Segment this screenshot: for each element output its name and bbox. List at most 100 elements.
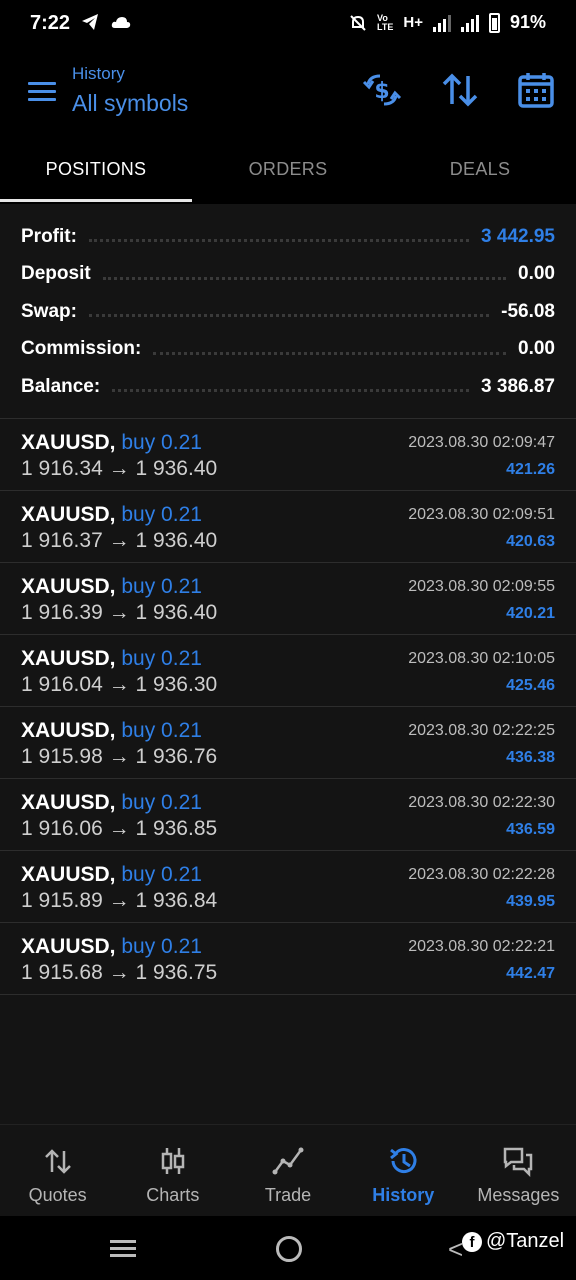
summary-row-swap: Swap: -56.08 (0, 293, 576, 331)
history-icon (390, 1148, 417, 1174)
nav-charts[interactable]: Charts (115, 1125, 230, 1217)
watermark: f @Tanzel (462, 1230, 564, 1253)
nav-trade[interactable]: Trade (230, 1125, 345, 1217)
messages-icon (504, 1147, 533, 1177)
candlestick-icon (161, 1148, 185, 1174)
position-side: buy 0.21 (121, 575, 202, 598)
home-button[interactable] (276, 1236, 302, 1262)
currency-exchange-icon[interactable]: $ (362, 70, 402, 110)
position-row[interactable]: XAUUSD, buy 0.21 1 915.89 → 1 936.84 202… (0, 851, 576, 923)
position-profit: 442.47 (506, 965, 555, 982)
tab-positions[interactable]: POSITIONS (0, 140, 192, 204)
nav-charts-label: Charts (146, 1185, 200, 1205)
symbol-selector[interactable]: All symbols (72, 90, 188, 117)
position-row[interactable]: XAUUSD, buy 0.21 1 916.06 → 1 936.85 202… (0, 779, 576, 851)
mute-icon (350, 14, 366, 31)
position-symbol: XAUUSD, (21, 719, 116, 742)
recent-apps-button[interactable] (110, 1240, 136, 1258)
status-bar: 7:22 Vo LTE H+ 91% (0, 0, 576, 48)
back-button[interactable]: < (448, 1234, 463, 1265)
nav-quotes[interactable]: Quotes (0, 1125, 115, 1217)
menu-icon[interactable] (28, 82, 56, 102)
facebook-icon: f (462, 1231, 482, 1252)
commission-label: Commission: (21, 338, 142, 360)
summary-row-deposit: Deposit 0.00 (0, 256, 576, 294)
profit-value: 3 442.95 (481, 225, 555, 247)
nav-history[interactable]: History (346, 1125, 461, 1217)
close-price: 1 936.30 (135, 673, 218, 696)
cloud-icon (111, 17, 131, 28)
open-price: 1 915.98 (21, 745, 103, 768)
volte-icon: Vo LTE (377, 12, 394, 32)
position-time: 2023.08.30 02:22:21 (408, 938, 555, 955)
close-price: 1 936.40 (135, 529, 218, 552)
position-symbol: XAUUSD, (21, 575, 116, 598)
position-time: 2023.08.30 02:10:05 (408, 650, 555, 667)
network-type: H+ (403, 14, 423, 31)
position-row[interactable]: XAUUSD, buy 0.21 1 916.04 → 1 936.30 202… (0, 635, 576, 707)
summary-row-balance: Balance: 3 386.87 (0, 368, 576, 406)
nav-messages-label: Messages (477, 1185, 560, 1205)
open-price: 1 916.37 (21, 529, 103, 552)
summary-row-commission: Commission: 0.00 (0, 331, 576, 369)
swap-value: -56.08 (501, 300, 555, 322)
nav-trade-label: Trade (264, 1185, 312, 1205)
position-profit: 420.21 (506, 605, 555, 622)
position-side: buy 0.21 (121, 791, 202, 814)
tab-deals[interactable]: DEALS (384, 140, 576, 204)
position-profit: 425.46 (506, 677, 555, 694)
close-price: 1 936.40 (135, 457, 218, 480)
open-price: 1 916.04 (21, 673, 103, 696)
position-side: buy 0.21 (121, 503, 202, 526)
position-row[interactable]: XAUUSD, buy 0.21 1 916.39 → 1 936.40 202… (0, 563, 576, 635)
nav-quotes-label: Quotes (28, 1185, 87, 1205)
bottom-navigation: Quotes Charts Trade History Messages (0, 1124, 576, 1217)
position-profit: 421.26 (506, 461, 555, 478)
position-row[interactable]: XAUUSD, buy 0.21 1 916.34 → 1 936.40 202… (0, 419, 576, 491)
position-symbol: XAUUSD, (21, 647, 116, 670)
close-price: 1 936.75 (135, 961, 218, 984)
notification-icons (80, 12, 132, 32)
dotted-leader (88, 314, 490, 318)
position-time: 2023.08.30 02:22:25 (408, 722, 555, 739)
telegram-icon (82, 14, 98, 30)
tab-orders[interactable]: ORDERS (192, 140, 384, 204)
nav-messages[interactable]: Messages (461, 1125, 576, 1217)
position-row[interactable]: XAUUSD, buy 0.21 1 915.68 → 1 936.75 202… (0, 923, 576, 995)
position-side: buy 0.21 (121, 431, 202, 454)
history-content[interactable]: Profit: 3 442.95 Deposit 0.00 Swap: -56.… (0, 204, 576, 1124)
position-side: buy 0.21 (121, 647, 202, 670)
profit-label: Profit: (21, 225, 77, 247)
position-time: 2023.08.30 02:22:30 (408, 794, 555, 811)
position-profit: 420.63 (506, 533, 555, 550)
close-price: 1 936.76 (135, 745, 218, 768)
position-row[interactable]: XAUUSD, buy 0.21 1 915.98 → 1 936.76 202… (0, 707, 576, 779)
position-time: 2023.08.30 02:09:51 (408, 506, 555, 523)
dotted-leader (112, 389, 470, 393)
positions-list: XAUUSD, buy 0.21 1 916.34 → 1 936.40 202… (0, 418, 576, 995)
arrow-right-icon: → (108, 601, 130, 624)
summary-row-profit: Profit: 3 442.95 (0, 218, 576, 256)
dotted-leader (88, 239, 470, 243)
arrow-right-icon: → (108, 745, 130, 768)
sort-icon[interactable] (440, 70, 480, 110)
position-side: buy 0.21 (121, 863, 202, 886)
balance-label: Balance: (21, 375, 101, 397)
tab-bar: POSITIONS ORDERS DEALS (0, 140, 576, 204)
status-time: 7:22 (30, 12, 71, 34)
signal-icon (432, 14, 451, 32)
app-header: History All symbols $ (0, 48, 576, 140)
calendar-icon[interactable] (516, 70, 556, 110)
arrow-right-icon: → (108, 457, 130, 480)
balance-value: 3 386.87 (481, 375, 555, 397)
position-row[interactable]: XAUUSD, buy 0.21 1 916.37 → 1 936.40 202… (0, 491, 576, 563)
open-price: 1 915.89 (21, 889, 103, 912)
summary-panel: Profit: 3 442.95 Deposit 0.00 Swap: -56.… (0, 204, 576, 406)
open-price: 1 916.34 (21, 457, 103, 480)
trade-icon (272, 1147, 304, 1175)
signal-icon-2 (460, 14, 479, 32)
position-profit: 439.95 (506, 893, 555, 910)
position-profit: 436.38 (506, 749, 555, 766)
quotes-icon (44, 1149, 71, 1174)
watermark-text: @Tanzel (486, 1230, 565, 1252)
